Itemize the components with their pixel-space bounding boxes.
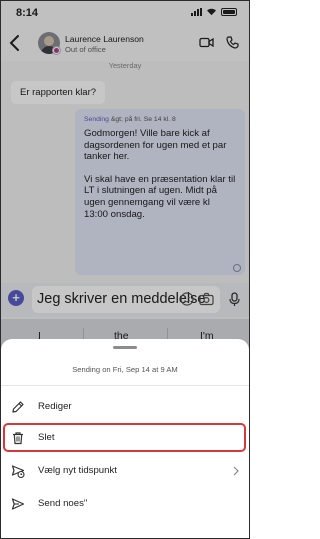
send-now-menu-item[interactable]: Send noes" xyxy=(1,490,249,518)
send-now-label: Send noes" xyxy=(38,498,88,509)
reschedule-menu-item[interactable]: Vælg nyt tidspunkt xyxy=(1,457,249,485)
action-sheet: Sending on Fri, Sep 14 at 9 AM Rediger S… xyxy=(1,339,249,538)
sheet-grabber[interactable] xyxy=(113,346,137,349)
reschedule-send-icon xyxy=(11,465,25,478)
pencil-icon xyxy=(12,401,24,413)
reschedule-label: Vælg nyt tidspunkt xyxy=(38,465,117,476)
phone-screen: 8:14 Laurence Laurenson Out of office Ye… xyxy=(0,0,250,539)
divider xyxy=(1,385,249,386)
highlight-box xyxy=(3,423,246,452)
send-icon xyxy=(11,498,25,510)
edit-label: Rediger xyxy=(38,401,72,412)
chevron-right-icon xyxy=(233,466,239,476)
sheet-title: Sending on Fri, Sep 14 at 9 AM xyxy=(72,365,178,374)
edit-menu-item[interactable]: Rediger xyxy=(1,393,249,421)
